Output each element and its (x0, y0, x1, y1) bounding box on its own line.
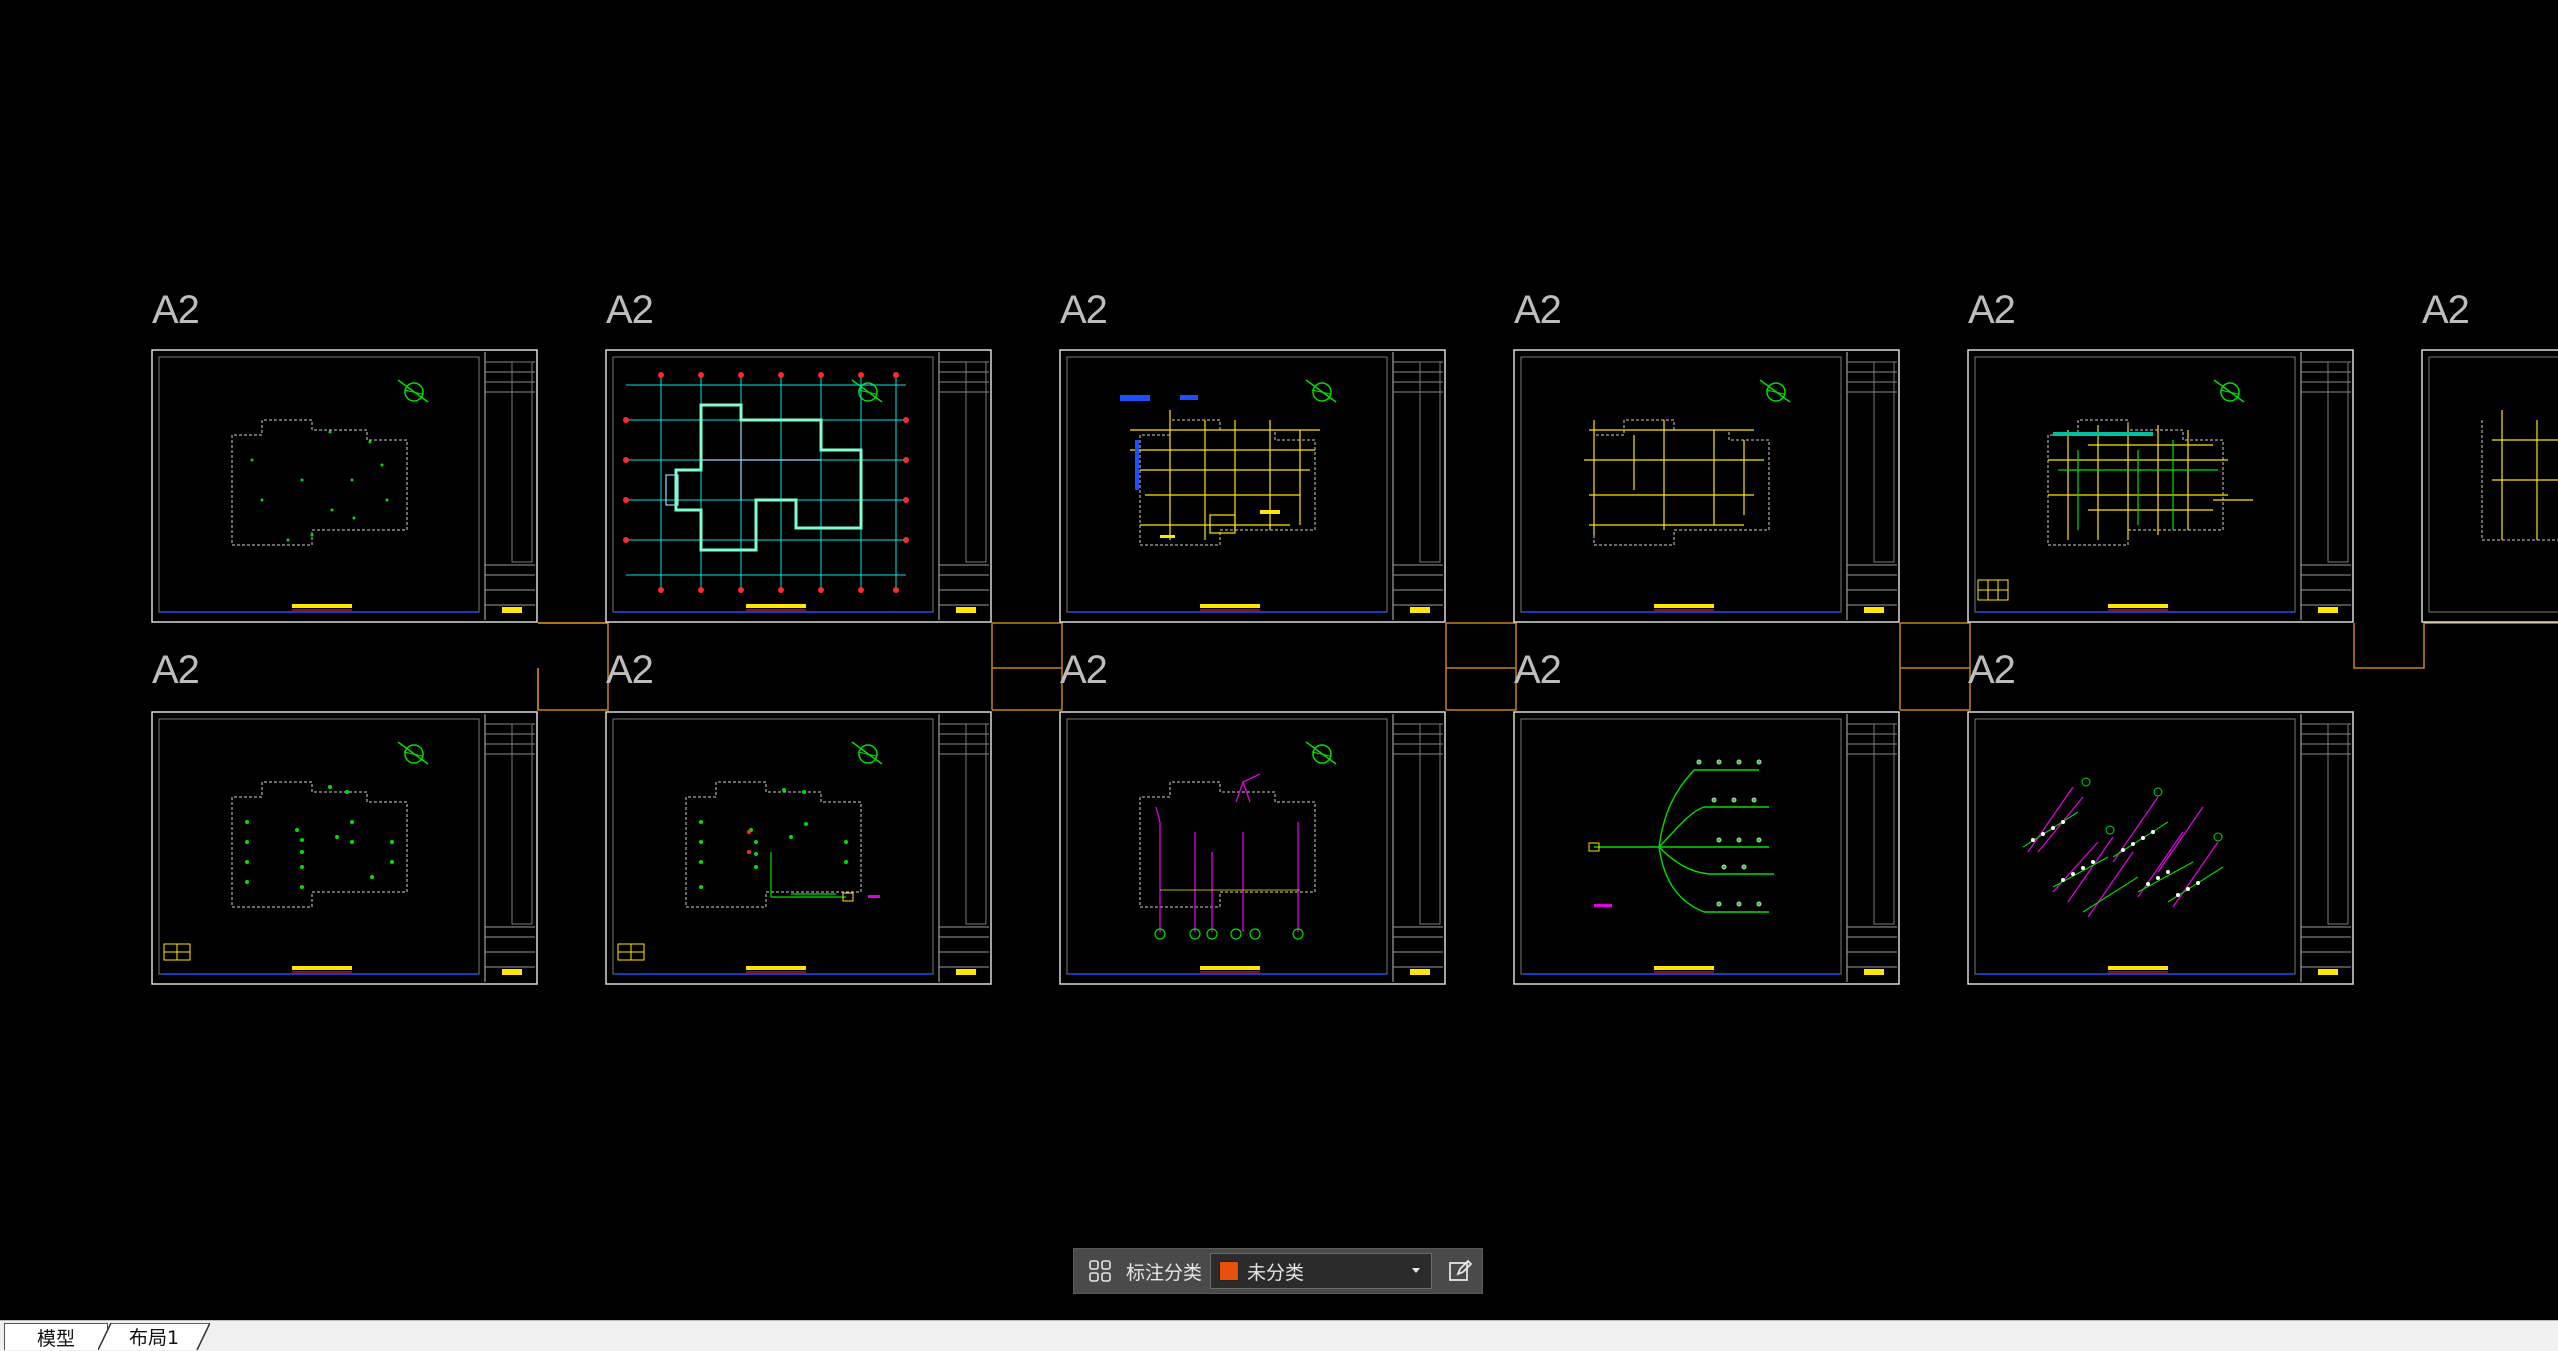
sheet-size-label: A2 (606, 648, 654, 692)
drawing-sheet[interactable] (1967, 711, 2354, 985)
drawing-sheet[interactable] (605, 711, 992, 985)
sheet-size-label: A2 (152, 288, 200, 332)
tab-model-label: 模型 (36, 1327, 75, 1350)
drawing-sheet[interactable] (1513, 711, 1900, 985)
drawing-sheet[interactable] (151, 711, 538, 985)
sheet-size-label: A2 (152, 648, 200, 692)
drawing-canvas[interactable] (0, 0, 2558, 1320)
sheet-size-label: A2 (2422, 288, 2470, 332)
sheet-size-label: A2 (1968, 288, 2016, 332)
chevron-down-icon[interactable] (1409, 1263, 1423, 1277)
annotation-category-label: 标注分类 (1126, 1261, 1203, 1284)
category-select-value: 未分类 (1247, 1261, 1305, 1284)
layout-tab-bar: 模型 布局1 (0, 1320, 2558, 1351)
drawing-sheet[interactable] (1059, 349, 1446, 623)
sheet-size-label: A2 (1060, 288, 1108, 332)
drawing-sheet[interactable] (2421, 349, 2558, 623)
drawing-sheet[interactable] (151, 349, 538, 623)
tab-model[interactable]: 模型 (4, 1323, 108, 1350)
drawing-sheet[interactable] (1513, 349, 1900, 623)
drawing-sheet[interactable] (605, 349, 992, 623)
drawing-sheet[interactable] (1059, 711, 1446, 985)
grid-icon[interactable] (1088, 1259, 1112, 1283)
category-select[interactable]: 未分类 (1210, 1253, 1433, 1289)
sheet-size-label: A2 (1514, 288, 1562, 332)
annotation-category-toolbar: 标注分类 未分类 (1073, 1248, 1483, 1294)
tab-layout1-outline (98, 1323, 210, 1350)
edit-icon[interactable] (1446, 1257, 1474, 1285)
category-color-swatch (1219, 1261, 1240, 1281)
drawing-sheet[interactable] (1967, 349, 2354, 623)
sheet-size-label: A2 (1060, 648, 1108, 692)
sheet-size-label: A2 (1968, 648, 2016, 692)
sheet-size-label: A2 (1514, 648, 1562, 692)
sheet-size-label: A2 (606, 288, 654, 332)
